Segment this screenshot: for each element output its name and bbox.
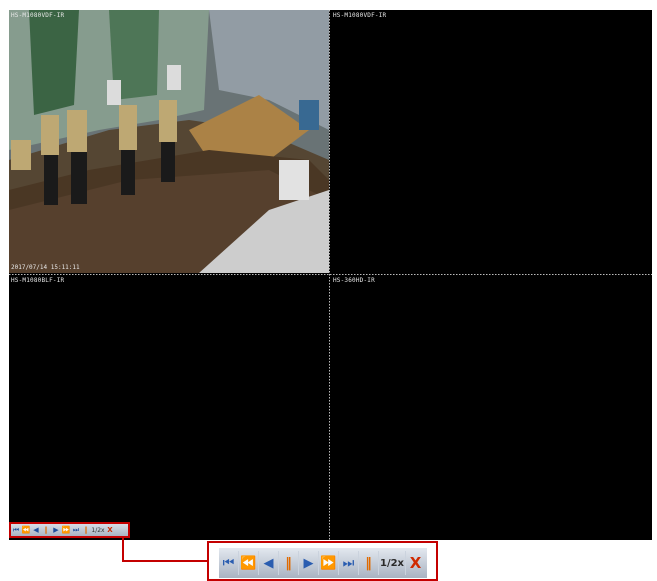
camera-timestamp: 2017/07/14 15:11:11 (11, 264, 80, 271)
camera-label: HS-M1080VDF-IR (333, 12, 387, 19)
camera-view-image (9, 10, 329, 273)
pane-divider-horizontal (9, 274, 652, 275)
camera-label: HS-360HD-IR (333, 277, 375, 284)
skip-to-start-icon[interactable]: ⏮ (11, 524, 21, 536)
skip-to-end-icon[interactable]: ⏭ (339, 549, 358, 577)
fast-backward-icon[interactable]: ⏪ (239, 549, 258, 577)
camera-pane-4[interactable]: HS-360HD-IR (331, 275, 652, 540)
playback-toolbar-zoom-inner: ⏮ ⏪ ◀ ‖ ▶ ⏩ ⏭ ‖ 1/2x X (219, 548, 427, 578)
speed-button[interactable]: 1/2x (91, 524, 105, 536)
skip-to-start-icon[interactable]: ⏮ (219, 549, 238, 577)
camera-pane-3[interactable]: HS-M1080BLF-IR (9, 275, 329, 540)
camera-label: HS-M1080VDF-IR (11, 12, 65, 19)
play-icon[interactable]: ▶ (299, 549, 318, 577)
camera-pane-1[interactable]: HS-M1080VDF-IR 2017/07/14 15:11:11 (9, 10, 329, 273)
step-backward-icon[interactable]: ◀ (259, 549, 278, 577)
step-backward-icon[interactable]: ◀ (31, 524, 41, 536)
camera-pane-2[interactable]: HS-M1080VDF-IR (331, 10, 652, 273)
video-grid: HS-M1080VDF-IR 2017/07/14 15:11:11 HS-M1… (9, 10, 652, 540)
close-button[interactable]: X (105, 524, 115, 536)
fast-forward-icon[interactable]: ⏩ (61, 524, 71, 536)
speed-button[interactable]: 1/2x (379, 549, 405, 577)
pane-divider-vertical (329, 10, 330, 540)
fast-backward-icon[interactable]: ⏪ (21, 524, 31, 536)
close-button[interactable]: X (406, 549, 425, 577)
fast-forward-icon[interactable]: ⏩ (319, 549, 338, 577)
camera-label: HS-M1080BLF-IR (11, 277, 65, 284)
pause-icon[interactable]: ‖ (359, 549, 378, 577)
pause-icon[interactable]: ‖ (279, 549, 298, 577)
skip-to-end-icon[interactable]: ⏭ (71, 524, 81, 536)
callout-connector (122, 538, 209, 562)
pause-icon[interactable]: ‖ (81, 524, 91, 536)
playback-toolbar-small: ⏮ ⏪ ◀ ‖ ▶ ⏩ ⏭ ‖ 1/2x X (9, 522, 130, 538)
pause-icon[interactable]: ‖ (41, 524, 51, 536)
playback-toolbar-zoom: ⏮ ⏪ ◀ ‖ ▶ ⏩ ⏭ ‖ 1/2x X (207, 541, 438, 581)
play-icon[interactable]: ▶ (51, 524, 61, 536)
